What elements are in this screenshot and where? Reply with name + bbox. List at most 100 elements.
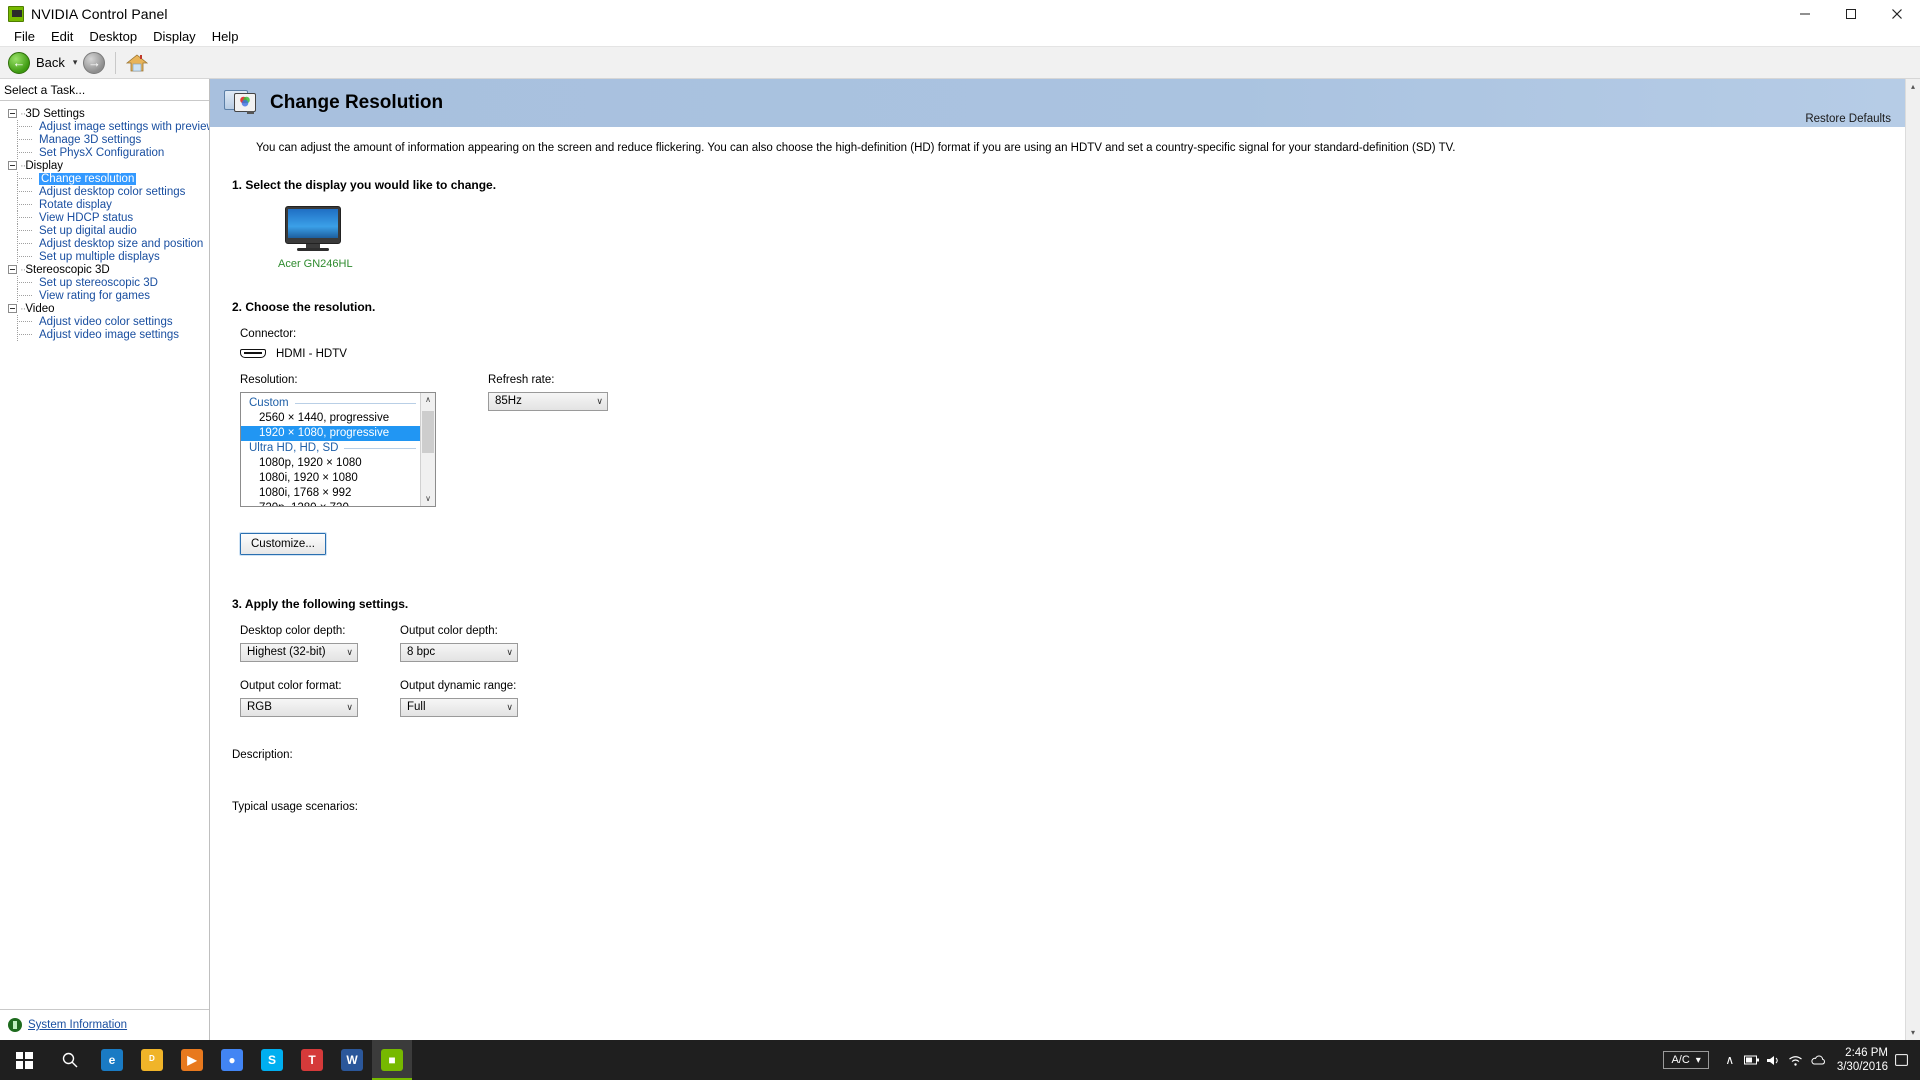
task-tree: ·· 3D Settings Adjust image settings with … <box>0 101 209 1010</box>
navigation-toolbar: ← Back ▾ → <box>0 47 1920 79</box>
resolution-option[interactable]: 1920 × 1080, progressive <box>241 425 420 441</box>
home-icon[interactable] <box>126 53 149 73</box>
ac-indicator[interactable]: A/C ▾ <box>1663 1051 1709 1069</box>
back-button[interactable]: ← <box>8 51 30 74</box>
customize-button[interactable]: Customize... <box>239 531 327 556</box>
tree-group-display[interactable]: ·· Display <box>0 159 209 172</box>
output-color-format-select[interactable]: RGB ∨ <box>240 697 358 717</box>
sidebar-item-label: Adjust desktop size and position <box>39 237 204 250</box>
color-wheel-icon <box>240 96 250 107</box>
monitor-icon[interactable] <box>285 205 341 252</box>
close-button[interactable] <box>1874 0 1920 27</box>
collapse-icon[interactable] <box>8 304 17 313</box>
scroll-up-button[interactable]: ∧ <box>421 392 435 407</box>
sidebar-item-label: View rating for games <box>39 289 151 302</box>
resolution-option[interactable]: 1080i, 1768 × 992 <box>241 486 420 501</box>
clock[interactable]: 2:46 PM 3/30/2016 <box>1837 1046 1888 1075</box>
sidebar-item-change-resolution[interactable]: Change resolution <box>0 172 209 185</box>
content-scrollbar[interactable]: ▴ ▾ <box>1905 79 1920 1040</box>
resolution-scrollbar[interactable]: ∧ ∨ <box>420 392 435 506</box>
sidebar-item-set-up-digital-audio[interactable]: Set up digital audio <box>0 224 209 237</box>
taskbar-app-file-explorer[interactable]: ᴰ <box>132 1040 172 1080</box>
scroll-down-button[interactable]: ∨ <box>421 491 435 506</box>
panel-header: Change Resolution Restore Defaults <box>210 79 1905 127</box>
resolution-option[interactable]: 720p, 1280 × 720 <box>241 501 420 506</box>
content-scroll-down-button[interactable]: ▾ <box>1906 1025 1920 1040</box>
volume-icon[interactable] <box>1763 1040 1785 1080</box>
resolution-option[interactable]: 2560 × 1440, progressive <box>241 411 420 426</box>
output-dynamic-range-select[interactable]: Full ∨ <box>400 697 518 717</box>
system-information-label: System Information <box>28 1019 128 1031</box>
sidebar-item-adjust-desktop-size-and-position[interactable]: Adjust desktop size and position <box>0 237 209 250</box>
maximize-button[interactable] <box>1828 0 1874 27</box>
tree-connector <box>13 315 39 328</box>
resolution-listbox[interactable]: Custom 2560 × 1440, progressive 1920 × 108… <box>240 391 436 507</box>
display-selector[interactable]: Acer GN246HL <box>278 205 353 270</box>
word-icon: W <box>341 1049 363 1071</box>
refresh-rate-select[interactable]: 85Hz ∨ <box>488 391 608 411</box>
resolution-option[interactable]: 1080p, 1920 × 1080 <box>241 456 420 471</box>
sidebar-item-adjust-image-settings-with-preview[interactable]: Adjust image settings with preview <box>0 120 209 133</box>
collapse-icon[interactable] <box>8 265 17 274</box>
page-title: Change Resolution <box>270 92 444 113</box>
show-hidden-icons-button[interactable]: ∧ <box>1719 1040 1741 1080</box>
menu-item-edit[interactable]: Edit <box>43 28 81 45</box>
teamviewer-icon: T <box>301 1049 323 1071</box>
content-scroll-up-button[interactable]: ▴ <box>1906 79 1920 94</box>
battery-icon[interactable] <box>1741 1040 1763 1080</box>
taskbar-app-teamviewer[interactable]: T <box>292 1040 332 1080</box>
content-wrapper: Change Resolution Restore Defaults You c… <box>210 79 1920 1040</box>
search-button[interactable] <box>48 1040 92 1080</box>
sidebar-item-view-hdcp-status[interactable]: View HDCP status <box>0 211 209 224</box>
collapse-icon[interactable] <box>8 109 17 118</box>
collapse-icon[interactable] <box>8 161 17 170</box>
sidebar-item-view-rating-for-games[interactable]: View rating for games <box>0 289 209 302</box>
restore-defaults-button[interactable]: Restore Defaults <box>1805 113 1891 125</box>
menu-item-file[interactable]: File <box>6 28 43 45</box>
sidebar-item-label: Manage 3D settings <box>39 133 142 146</box>
taskbar-app-nvidia-control-panel[interactable]: ■ <box>372 1040 412 1080</box>
back-label[interactable]: Back <box>36 55 65 70</box>
taskbar-app-edge[interactable]: e <box>92 1040 132 1080</box>
minimize-button[interactable] <box>1782 0 1828 27</box>
taskbar-app-chrome[interactable]: ● <box>212 1040 252 1080</box>
taskbar-app-media-player[interactable]: ▶ <box>172 1040 212 1080</box>
tree-group-3d-settings[interactable]: ·· 3D Settings <box>0 107 209 120</box>
menu-item-display[interactable]: Display <box>145 28 204 45</box>
sidebar-item-set-up-multiple-displays[interactable]: Set up multiple displays <box>0 250 209 263</box>
menu-item-desktop[interactable]: Desktop <box>81 28 145 45</box>
window-title: NVIDIA Control Panel <box>31 5 168 22</box>
start-button[interactable] <box>0 1040 48 1080</box>
back-dropdown-icon[interactable]: ▾ <box>73 57 78 68</box>
main-body: Select a Task... ·· 3D Settings Adjust ima… <box>0 79 1920 1040</box>
output-color-format-value: RGB <box>247 701 272 714</box>
sidebar-item-adjust-video-color-settings[interactable]: Adjust video color settings <box>0 315 209 328</box>
sidebar-item-set-physx-configuration[interactable]: Set PhysX Configuration <box>0 146 209 159</box>
network-icon[interactable] <box>1785 1040 1807 1080</box>
group-divider <box>294 402 416 404</box>
tree-group-stereoscopic-3d[interactable]: ·· Stereoscopic 3D <box>0 263 209 276</box>
sidebar-item-adjust-desktop-color-settings[interactable]: Adjust desktop color settings <box>0 185 209 198</box>
tree-connector <box>13 120 39 133</box>
onedrive-icon[interactable] <box>1807 1040 1829 1080</box>
menu-item-help[interactable]: Help <box>204 28 247 45</box>
sidebar-item-label: Adjust video image settings <box>39 328 179 341</box>
tree-group-video[interactable]: ·· Video <box>0 302 209 315</box>
chevron-down-icon: ∨ <box>596 395 603 406</box>
forward-button[interactable]: → <box>83 51 106 74</box>
sidebar-item-rotate-display[interactable]: Rotate display <box>0 198 209 211</box>
sidebar-item-adjust-video-image-settings[interactable]: Adjust video image settings <box>0 328 209 341</box>
scroll-thumb[interactable] <box>422 410 434 453</box>
taskbar-app-skype[interactable]: S <box>252 1040 292 1080</box>
sidebar-item-manage-3d-settings[interactable]: Manage 3D settings <box>0 133 209 146</box>
resolution-option[interactable]: 1080i, 1920 × 1080 <box>241 471 420 486</box>
step2-title: 2. Choose the resolution. <box>232 299 376 314</box>
action-center-button[interactable] <box>1892 1040 1910 1080</box>
system-information-link[interactable]: System Information <box>0 1010 209 1040</box>
desktop-color-depth-label: Desktop color depth: <box>240 624 346 637</box>
desktop-color-depth-select[interactable]: Highest (32-bit) ∨ <box>240 642 358 662</box>
taskbar-app-word[interactable]: W <box>332 1040 372 1080</box>
tree-connector <box>13 185 39 198</box>
output-color-depth-select[interactable]: 8 bpc ∨ <box>400 642 518 662</box>
sidebar-item-set-up-stereoscopic-3d[interactable]: Set up stereoscopic 3D <box>0 276 209 289</box>
